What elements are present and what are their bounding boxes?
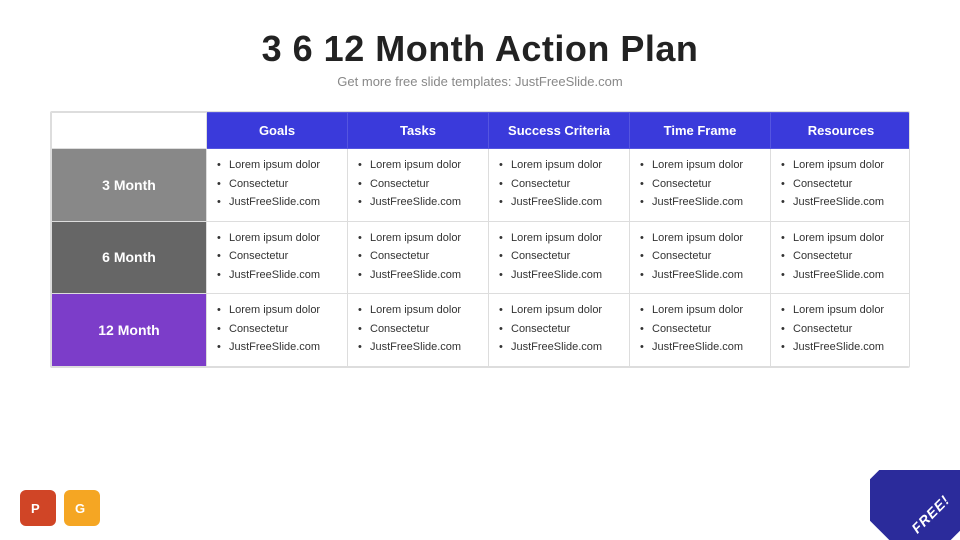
free-badge: FREE! bbox=[870, 470, 960, 540]
table-row: 6 Month Lorem ipsum dolor Consectetur Ju… bbox=[52, 221, 911, 294]
list-item: Lorem ipsum dolor bbox=[499, 230, 619, 247]
list-item: JustFreeSlide.com bbox=[358, 267, 478, 284]
list-item: Lorem ipsum dolor bbox=[781, 230, 901, 247]
cell-3m-timeframe: Lorem ipsum dolor Consectetur JustFreeSl… bbox=[630, 149, 771, 222]
list-item: Consectetur bbox=[640, 248, 760, 265]
list-item: JustFreeSlide.com bbox=[640, 267, 760, 284]
action-plan-table: Goals Tasks Success Criteria Time Frame … bbox=[50, 111, 910, 368]
list-item: JustFreeSlide.com bbox=[217, 267, 337, 284]
list-item: Lorem ipsum dolor bbox=[640, 157, 760, 174]
list-item: Lorem ipsum dolor bbox=[217, 302, 337, 319]
row-label-3month: 3 Month bbox=[52, 149, 207, 222]
list-item: Lorem ipsum dolor bbox=[781, 302, 901, 319]
list-item: JustFreeSlide.com bbox=[499, 267, 619, 284]
list-item: Consectetur bbox=[499, 321, 619, 338]
table-header: Goals Tasks Success Criteria Time Frame … bbox=[52, 113, 911, 149]
powerpoint-icon[interactable]: P bbox=[20, 490, 56, 526]
list-item: Lorem ipsum dolor bbox=[499, 302, 619, 319]
main-title: 3 6 12 Month Action Plan bbox=[262, 28, 699, 70]
cell-3m-success: Lorem ipsum dolor Consectetur JustFreeSl… bbox=[489, 149, 630, 222]
list-item: Consectetur bbox=[781, 176, 901, 193]
cell-12m-timeframe: Lorem ipsum dolor Consectetur JustFreeSl… bbox=[630, 294, 771, 367]
cell-12m-resources: Lorem ipsum dolor Consectetur JustFreeSl… bbox=[771, 294, 911, 367]
header-time-frame: Time Frame bbox=[630, 113, 771, 149]
slide: 3 6 12 Month Action Plan Get more free s… bbox=[0, 0, 960, 540]
header-empty bbox=[52, 113, 207, 149]
cell-12m-goals: Lorem ipsum dolor Consectetur JustFreeSl… bbox=[207, 294, 348, 367]
list-item: Consectetur bbox=[358, 176, 478, 193]
bottom-icons: P G bbox=[20, 490, 100, 526]
list-item: Consectetur bbox=[358, 321, 478, 338]
list-item: Lorem ipsum dolor bbox=[358, 230, 478, 247]
list-item: Consectetur bbox=[781, 248, 901, 265]
cell-6m-timeframe: Lorem ipsum dolor Consectetur JustFreeSl… bbox=[630, 221, 771, 294]
list-item: JustFreeSlide.com bbox=[640, 339, 760, 356]
list-item: Consectetur bbox=[217, 321, 337, 338]
list-item: Lorem ipsum dolor bbox=[217, 157, 337, 174]
cell-3m-resources: Lorem ipsum dolor Consectetur JustFreeSl… bbox=[771, 149, 911, 222]
table-row: 12 Month Lorem ipsum dolor Consectetur J… bbox=[52, 294, 911, 367]
cell-6m-tasks: Lorem ipsum dolor Consectetur JustFreeSl… bbox=[348, 221, 489, 294]
list-item: JustFreeSlide.com bbox=[781, 339, 901, 356]
list-item: Consectetur bbox=[499, 248, 619, 265]
list-item: JustFreeSlide.com bbox=[781, 194, 901, 211]
list-item: JustFreeSlide.com bbox=[217, 339, 337, 356]
list-item: JustFreeSlide.com bbox=[499, 339, 619, 356]
header-tasks: Tasks bbox=[348, 113, 489, 149]
list-item: JustFreeSlide.com bbox=[781, 267, 901, 284]
cell-6m-goals: Lorem ipsum dolor Consectetur JustFreeSl… bbox=[207, 221, 348, 294]
header-success-criteria: Success Criteria bbox=[489, 113, 630, 149]
google-slides-icon[interactable]: G bbox=[64, 490, 100, 526]
list-item: Lorem ipsum dolor bbox=[358, 157, 478, 174]
list-item: JustFreeSlide.com bbox=[358, 339, 478, 356]
subtitle: Get more free slide templates: JustFreeS… bbox=[262, 74, 699, 89]
list-item: Lorem ipsum dolor bbox=[781, 157, 901, 174]
header-resources: Resources bbox=[771, 113, 911, 149]
cell-12m-success: Lorem ipsum dolor Consectetur JustFreeSl… bbox=[489, 294, 630, 367]
cell-6m-resources: Lorem ipsum dolor Consectetur JustFreeSl… bbox=[771, 221, 911, 294]
list-item: Lorem ipsum dolor bbox=[640, 230, 760, 247]
list-item: Consectetur bbox=[217, 176, 337, 193]
table-row: 3 Month Lorem ipsum dolor Consectetur Ju… bbox=[52, 149, 911, 222]
list-item: Lorem ipsum dolor bbox=[217, 230, 337, 247]
list-item: JustFreeSlide.com bbox=[499, 194, 619, 211]
cell-3m-tasks: Lorem ipsum dolor Consectetur JustFreeSl… bbox=[348, 149, 489, 222]
list-item: Lorem ipsum dolor bbox=[358, 302, 478, 319]
list-item: Consectetur bbox=[217, 248, 337, 265]
list-item: Consectetur bbox=[640, 176, 760, 193]
svg-text:P: P bbox=[31, 501, 40, 516]
list-item: Lorem ipsum dolor bbox=[499, 157, 619, 174]
list-item: JustFreeSlide.com bbox=[217, 194, 337, 211]
row-label-12month: 12 Month bbox=[52, 294, 207, 367]
row-label-6month: 6 Month bbox=[52, 221, 207, 294]
table-body: 3 Month Lorem ipsum dolor Consectetur Ju… bbox=[52, 149, 911, 367]
cell-12m-tasks: Lorem ipsum dolor Consectetur JustFreeSl… bbox=[348, 294, 489, 367]
list-item: Consectetur bbox=[499, 176, 619, 193]
header: 3 6 12 Month Action Plan Get more free s… bbox=[262, 0, 699, 89]
list-item: Consectetur bbox=[640, 321, 760, 338]
cell-6m-success: Lorem ipsum dolor Consectetur JustFreeSl… bbox=[489, 221, 630, 294]
list-item: Consectetur bbox=[781, 321, 901, 338]
header-goals: Goals bbox=[207, 113, 348, 149]
list-item: Consectetur bbox=[358, 248, 478, 265]
list-item: JustFreeSlide.com bbox=[640, 194, 760, 211]
list-item: Lorem ipsum dolor bbox=[640, 302, 760, 319]
list-item: JustFreeSlide.com bbox=[358, 194, 478, 211]
cell-3m-goals: Lorem ipsum dolor Consectetur JustFreeSl… bbox=[207, 149, 348, 222]
svg-text:G: G bbox=[75, 501, 85, 516]
